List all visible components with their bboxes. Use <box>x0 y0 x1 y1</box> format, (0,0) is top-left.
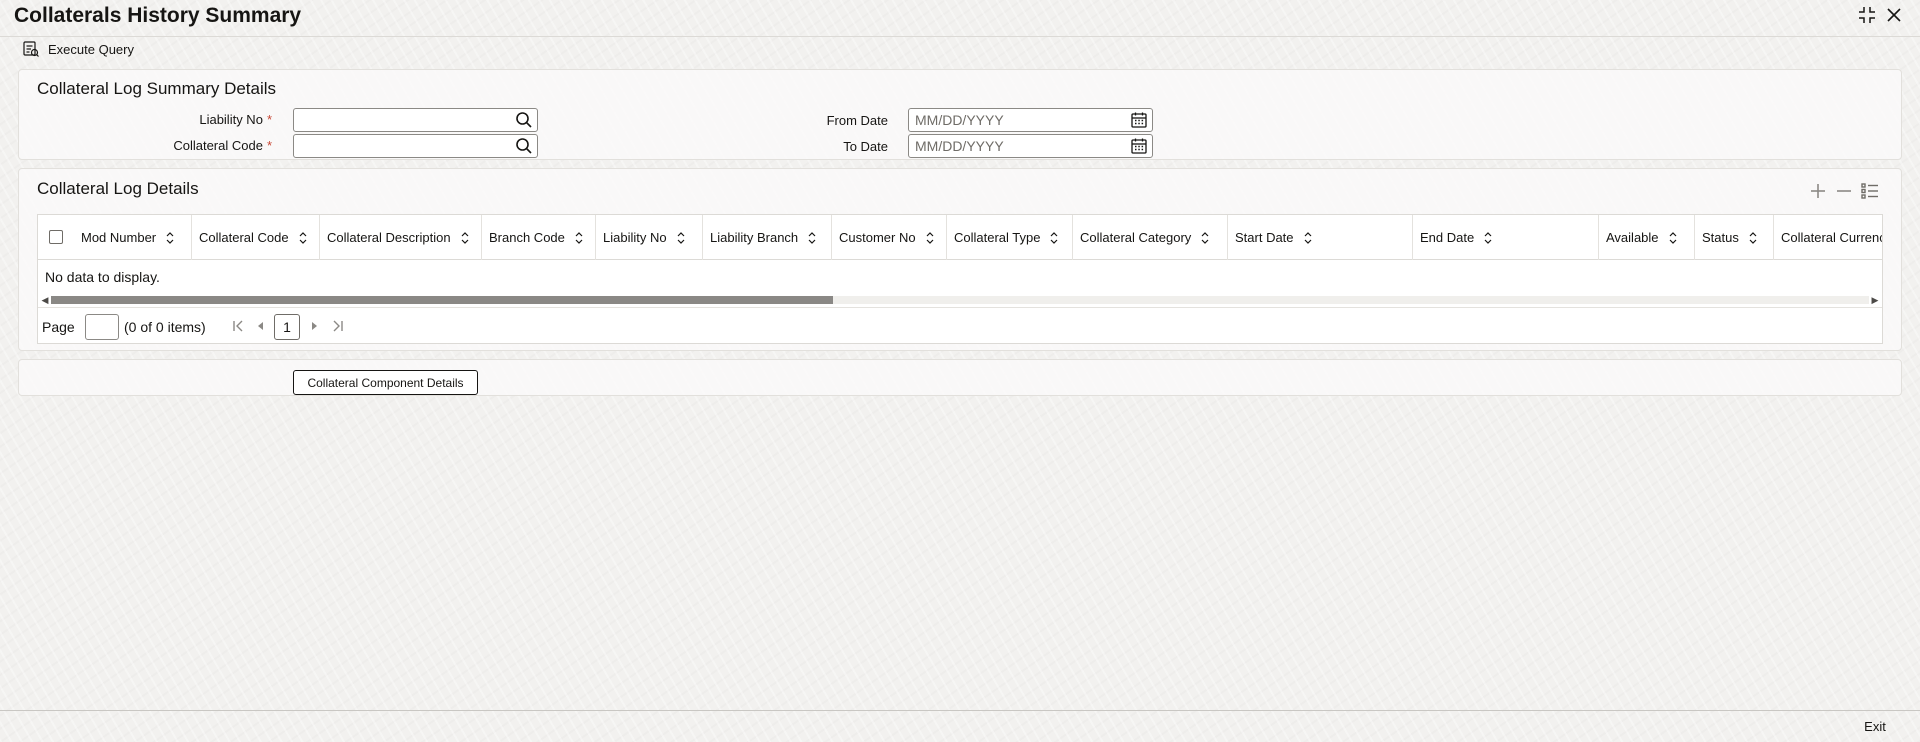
liability-no-field <box>293 108 538 132</box>
collateral-code-field <box>293 134 538 158</box>
column-header[interactable]: Mod Number <box>74 215 192 260</box>
column-header[interactable]: Status <box>1695 215 1774 260</box>
exit-button[interactable]: Exit <box>1853 715 1897 737</box>
horizontal-scrollbar[interactable]: ◀ ▶ <box>38 293 1882 307</box>
scroll-track[interactable] <box>51 296 1869 304</box>
sort-icon[interactable] <box>1303 231 1313 245</box>
list-icon[interactable] <box>1860 181 1880 201</box>
table-header: Mod Number Collateral Code Collateral Desc… <box>38 215 1882 260</box>
from-date-label: From Date <box>826 113 888 128</box>
next-page-icon[interactable] <box>305 317 323 335</box>
column-header[interactable]: Customer No <box>832 215 947 260</box>
column-header[interactable]: Collateral Type <box>947 215 1073 260</box>
page-title: Collaterals History Summary <box>14 4 302 27</box>
column-header-label: Branch Code <box>489 230 565 245</box>
column-header[interactable]: Collateral Category <box>1073 215 1228 260</box>
previous-page-icon[interactable] <box>252 317 270 335</box>
sort-icon[interactable] <box>460 231 470 245</box>
to-date-input[interactable] <box>909 135 1152 157</box>
column-header-label: Start Date <box>1235 230 1294 245</box>
column-header[interactable]: End Date <box>1413 215 1599 260</box>
empty-message: No data to display. <box>45 269 160 285</box>
column-header-label: Customer No <box>839 230 916 245</box>
collateral-component-details-button[interactable]: Collateral Component Details <box>293 370 478 395</box>
restore-window-icon[interactable] <box>1856 4 1878 26</box>
from-date-field <box>908 108 1153 132</box>
pagination: Page (0 of 0 items) 1 <box>38 307 1882 343</box>
sort-icon[interactable] <box>1748 231 1758 245</box>
column-header[interactable]: Collateral Currency <box>1774 215 1883 260</box>
log-details-title: Collateral Log Details <box>37 179 199 198</box>
scroll-thumb[interactable] <box>51 296 833 304</box>
sort-icon[interactable] <box>1483 231 1493 245</box>
title-bar: Collaterals History Summary <box>0 0 1920 36</box>
liability-no-label: Liability No * <box>199 112 272 127</box>
liability-no-input[interactable] <box>294 109 537 131</box>
column-header-label: Collateral Currency <box>1781 230 1883 245</box>
column-header-label: End Date <box>1420 230 1475 245</box>
calendar-icon[interactable] <box>1130 137 1148 155</box>
column-header-label: Status <box>1702 230 1739 245</box>
sort-icon[interactable] <box>298 231 308 245</box>
close-icon[interactable] <box>1883 4 1905 26</box>
scroll-right-icon[interactable]: ▶ <box>1870 295 1880 305</box>
required-marker: * <box>266 112 272 127</box>
items-count: (0 of 0 items) <box>124 319 206 335</box>
from-date-input[interactable] <box>909 109 1152 131</box>
column-header[interactable]: Available <box>1599 215 1695 260</box>
to-date-field <box>908 134 1153 158</box>
log-details-table: Mod Number Collateral Code Collateral Desc… <box>37 214 1883 344</box>
last-page-icon[interactable] <box>329 317 347 335</box>
execute-query-icon <box>22 40 40 58</box>
page-input[interactable] <box>85 314 119 340</box>
column-header-label: Liability No <box>603 230 667 245</box>
column-header[interactable]: Liability Branch <box>703 215 832 260</box>
sort-icon[interactable] <box>807 231 817 245</box>
column-header[interactable]: Collateral Code <box>192 215 320 260</box>
current-page-button[interactable]: 1 <box>274 314 300 340</box>
column-header[interactable]: Liability No <box>596 215 703 260</box>
select-all-checkbox[interactable] <box>49 230 63 244</box>
sort-icon[interactable] <box>1049 231 1059 245</box>
title-divider <box>0 36 1920 37</box>
required-marker: * <box>266 138 272 153</box>
sort-icon[interactable] <box>1200 231 1210 245</box>
column-header-label: Collateral Code <box>199 230 289 245</box>
search-icon[interactable] <box>515 111 533 129</box>
execute-query-button[interactable]: Execute Query <box>22 38 134 60</box>
column-header-label: Available <box>1606 230 1659 245</box>
column-header[interactable]: Branch Code <box>482 215 596 260</box>
sort-icon[interactable] <box>574 231 584 245</box>
page-label: Page <box>42 319 75 335</box>
column-header-label: Mod Number <box>81 230 157 245</box>
to-date-label: To Date <box>843 139 888 154</box>
column-header[interactable]: Start Date <box>1228 215 1413 260</box>
footer-divider <box>0 710 1920 711</box>
column-header-label: Collateral Type <box>954 230 1041 245</box>
sort-icon[interactable] <box>165 231 175 245</box>
search-icon[interactable] <box>515 137 533 155</box>
collateral-code-label: Collateral Code * <box>173 138 272 153</box>
plus-icon[interactable] <box>1808 181 1828 201</box>
sort-icon[interactable] <box>1668 231 1678 245</box>
sort-icon[interactable] <box>925 231 935 245</box>
column-header-label: Collateral Category <box>1080 230 1192 245</box>
column-header[interactable]: Collateral Description <box>320 215 482 260</box>
minus-icon[interactable] <box>1834 181 1854 201</box>
column-header-label: Liability Branch <box>710 230 799 245</box>
column-header-label: Collateral Description <box>327 230 451 245</box>
first-page-icon[interactable] <box>229 317 247 335</box>
calendar-icon[interactable] <box>1130 111 1148 129</box>
execute-query-label: Execute Query <box>48 41 134 57</box>
scroll-left-icon[interactable]: ◀ <box>40 295 50 305</box>
summary-title: Collateral Log Summary Details <box>37 79 277 98</box>
sort-icon[interactable] <box>676 231 686 245</box>
collateral-code-input[interactable] <box>294 135 537 157</box>
